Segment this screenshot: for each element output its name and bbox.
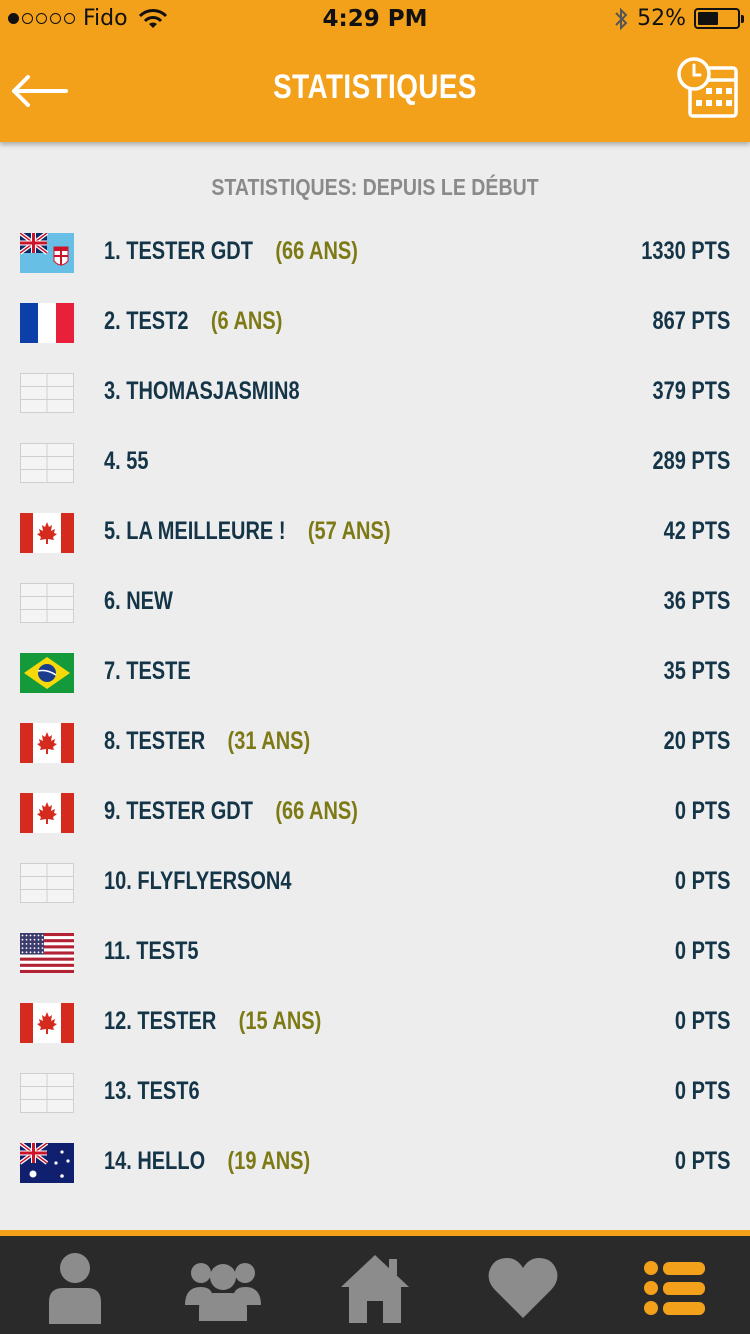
- bluetooth-icon: [615, 7, 628, 30]
- player-name: 11. TEST5: [104, 937, 199, 965]
- flag-placeholder-icon: [20, 373, 74, 413]
- player-points: 35 PTS: [663, 657, 730, 685]
- player-points: 20 PTS: [663, 727, 730, 755]
- flag-placeholder-icon: [20, 583, 74, 623]
- flag-canada-icon: [20, 793, 74, 833]
- page-subtitle: STATISTIQUES: DEPUIS LE DÉBUT: [211, 174, 539, 200]
- leaderboard-row[interactable]: 5. LA MEILLEURE ! (57 ANS) 42 PTS: [0, 498, 750, 568]
- player-age: (31 ANS): [227, 727, 311, 755]
- player-points: 1330 PTS: [641, 237, 730, 265]
- arrow-left-icon[interactable]: [10, 68, 70, 114]
- battery-icon: [694, 8, 744, 29]
- player-name: 9. TESTER GDT: [104, 797, 253, 825]
- person-icon: [49, 1253, 101, 1324]
- player-name: 1. TESTER GDT: [104, 237, 253, 265]
- leaderboard-row[interactable]: 13. TEST6 0 PTS: [0, 1058, 750, 1128]
- player-age: (66 ANS): [275, 237, 358, 265]
- player-rank-name: 3. THOMASJASMIN8: [104, 377, 300, 406]
- flag-brazil-icon: [20, 653, 74, 693]
- flag-placeholder-icon: [20, 863, 74, 903]
- player-points: 0 PTS: [674, 1007, 730, 1035]
- flag-placeholder-icon: [20, 443, 74, 483]
- flag-canada-icon: [20, 723, 74, 763]
- player-rank-name: 10. FLYFLYERSON4: [104, 867, 291, 896]
- flag-fiji-icon: [18, 231, 74, 273]
- player-rank-name: 4. 55: [104, 447, 148, 476]
- app-header: Fido 4:29 PM 52% STATISTIQUES: [0, 0, 750, 142]
- flag-canada-icon: [20, 513, 74, 553]
- player-name: 5. LA MEILLEURE !: [104, 517, 286, 545]
- player-rank-name: 8. TESTER (31 ANS): [104, 727, 310, 756]
- player-rank-name: 5. LA MEILLEURE ! (57 ANS): [104, 517, 391, 546]
- player-rank-name: 12. TESTER (15 ANS): [104, 1007, 321, 1036]
- list-icon: [644, 1261, 705, 1315]
- player-name: 3. THOMASJASMIN8: [104, 377, 300, 405]
- heart-icon: [488, 1258, 558, 1318]
- player-points: 289 PTS: [652, 447, 730, 475]
- flag-canada-icon: [20, 1003, 74, 1043]
- flag-france-icon: [20, 303, 74, 343]
- status-bar: Fido 4:29 PM 52%: [0, 0, 750, 40]
- leaderboard-row[interactable]: 6. NEW 36 PTS: [0, 568, 750, 638]
- battery-percent: 52%: [637, 6, 686, 31]
- leaderboard-row[interactable]: 9. TESTER GDT (66 ANS) 0 PTS: [0, 778, 750, 848]
- status-right: 52%: [613, 6, 744, 31]
- tab-profile[interactable]: [30, 1246, 120, 1330]
- player-age: (57 ANS): [307, 517, 391, 545]
- player-points: 0 PTS: [674, 1077, 730, 1105]
- player-name: 14. HELLO: [104, 1147, 206, 1175]
- tab-statistics[interactable]: [630, 1246, 720, 1330]
- player-points: 0 PTS: [674, 797, 730, 825]
- leaderboard-row[interactable]: 11. TEST5 0 PTS: [0, 918, 750, 988]
- player-rank-name: 9. TESTER GDT (66 ANS): [104, 797, 358, 826]
- tab-bar: [0, 1230, 750, 1334]
- player-name: 12. TESTER: [104, 1007, 217, 1035]
- page-title: STATISTIQUES: [273, 68, 477, 106]
- player-age: (66 ANS): [275, 797, 358, 825]
- player-points: 0 PTS: [674, 1147, 730, 1175]
- leaderboard-row[interactable]: 7. TESTE 35 PTS: [0, 638, 750, 708]
- home-icon: [341, 1255, 409, 1323]
- player-points: 36 PTS: [663, 587, 730, 615]
- player-name: 2. TEST2: [104, 307, 189, 335]
- group-icon: [185, 1263, 261, 1321]
- leaderboard-row[interactable]: 10. FLYFLYERSON4 0 PTS: [0, 848, 750, 918]
- player-points: 379 PTS: [652, 377, 730, 405]
- flag-placeholder-icon: [20, 1073, 74, 1113]
- player-name: 4. 55: [104, 447, 149, 475]
- leaderboard-list: 1. TESTER GDT (66 ANS) 1330 PTS 2. TEST2 (6 …: [0, 218, 750, 1198]
- player-name: 6. NEW: [104, 587, 173, 615]
- player-points: 867 PTS: [652, 307, 730, 335]
- player-name: 13. TEST6: [104, 1077, 200, 1105]
- player-age: (19 ANS): [227, 1147, 311, 1175]
- player-name: 8. TESTER: [104, 727, 206, 755]
- player-name: 7. TESTE: [104, 657, 191, 685]
- leaderboard-row[interactable]: 4. 55 289 PTS: [0, 428, 750, 498]
- tab-favorites[interactable]: [478, 1246, 568, 1330]
- player-points: 0 PTS: [674, 937, 730, 965]
- player-rank-name: 7. TESTE: [104, 657, 191, 686]
- player-rank-name: 13. TEST6: [104, 1077, 200, 1106]
- player-rank-name: 2. TEST2 (6 ANS): [104, 307, 282, 336]
- leaderboard-row[interactable]: 1. TESTER GDT (66 ANS) 1330 PTS: [0, 218, 750, 288]
- leaderboard-row[interactable]: 14. HELLO (19 ANS) 0 PTS: [0, 1128, 750, 1198]
- tab-groups[interactable]: [178, 1246, 268, 1330]
- player-rank-name: 11. TEST5: [104, 937, 199, 966]
- leaderboard-row[interactable]: 2. TEST2 (6 ANS) 867 PTS: [0, 288, 750, 358]
- player-rank-name: 14. HELLO (19 ANS): [104, 1147, 310, 1176]
- player-name: 10. FLYFLYERSON4: [104, 867, 292, 895]
- tab-home[interactable]: [330, 1246, 420, 1330]
- player-age: (6 ANS): [210, 307, 283, 335]
- player-age: (15 ANS): [238, 1007, 322, 1035]
- leaderboard-row[interactable]: 8. TESTER (31 ANS) 20 PTS: [0, 708, 750, 778]
- flag-australia-icon: [18, 1141, 74, 1183]
- player-points: 0 PTS: [674, 867, 730, 895]
- flag-usa-icon: [20, 933, 74, 973]
- leaderboard-row[interactable]: 3. THOMASJASMIN8 379 PTS: [0, 358, 750, 428]
- player-points: 42 PTS: [663, 517, 730, 545]
- leaderboard-row[interactable]: 12. TESTER (15 ANS) 0 PTS: [0, 988, 750, 1058]
- calendar-clock-icon[interactable]: [676, 56, 740, 120]
- player-rank-name: 6. NEW: [104, 587, 173, 616]
- player-rank-name: 1. TESTER GDT (66 ANS): [104, 237, 358, 266]
